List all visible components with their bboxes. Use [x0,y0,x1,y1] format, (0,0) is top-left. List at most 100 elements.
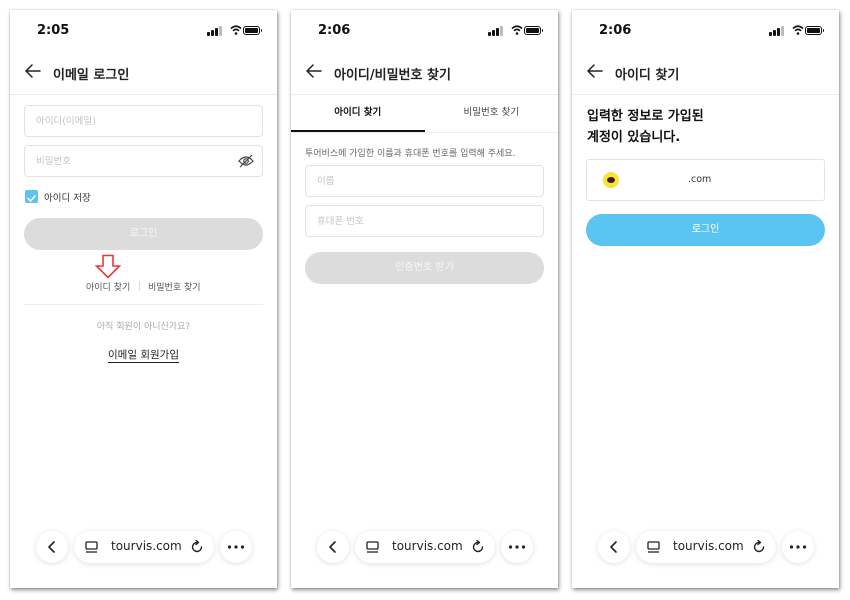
address-bar[interactable]: tourvis.com [74,531,214,563]
battery-icon [524,26,543,35]
login-button[interactable]: 로그인 [24,218,263,250]
back-arrow-icon[interactable] [586,62,604,80]
url-text: tourvis.com [673,539,744,553]
password-input[interactable] [25,146,226,176]
eye-slash-icon[interactable] [238,154,254,168]
browser-toolbar: tourvis.com [572,529,839,567]
save-id-label: 아이디 저장 [44,193,91,204]
tabs-icon [647,541,660,553]
tab-find-password[interactable]: 비밀번호 찾기 [425,94,559,132]
address-bar[interactable]: tourvis.com [355,531,495,563]
tabs-icon [366,541,379,553]
found-account-card: .com [586,159,825,201]
browser-back-button[interactable] [36,531,68,563]
phone-input[interactable] [306,206,507,236]
guide-text: 투어비스에 가입한 이름과 휴대폰 번호를 입력해 주세요. [305,149,516,159]
browser-back-button[interactable] [598,531,630,563]
divider [24,304,263,305]
app-header: 아이디 찾기 [572,50,839,95]
battery-icon [243,26,262,35]
signal-bar [219,26,222,36]
signal-bar [492,30,495,36]
browser-more-button[interactable] [782,531,814,563]
phone-screen-find-account: 2:06 아이디/비밀번호 찾기 아이디 찾기 비밀번호 찾기 투어비스에 가입… [291,10,558,588]
status-icons [769,25,825,37]
status-bar: 2:05 [10,10,277,50]
signal-bar [773,30,776,36]
app-header: 아이디/비밀번호 찾기 [291,50,558,95]
back-arrow-icon[interactable] [24,62,42,80]
tab-bar: 아이디 찾기 비밀번호 찾기 [291,94,558,133]
status-icons [488,25,544,37]
email-field[interactable] [24,105,263,137]
check-icon [27,195,36,202]
find-id-link[interactable]: 아이디 찾기 [86,280,130,293]
reload-icon[interactable] [752,540,766,554]
phone-field[interactable] [305,205,544,237]
page-title: 이메일 로그인 [53,68,130,83]
browser-back-button[interactable] [317,531,349,563]
status-time: 2:06 [599,23,632,38]
browser-toolbar: tourvis.com [291,529,558,567]
signal-bar [211,30,214,36]
link-separator [139,281,140,291]
browser-toolbar: tourvis.com [10,529,277,567]
find-password-link[interactable]: 비밀번호 찾기 [148,280,201,293]
battery-icon [805,26,824,35]
name-field[interactable] [305,165,544,197]
send-verification-button[interactable]: 인증번호 받기 [305,252,544,284]
signal-bar [215,28,218,36]
chevron-left-icon [610,541,617,553]
more-dots-icon [227,545,245,549]
email-signup-link[interactable]: 이메일 회원가입 [108,349,179,363]
url-text: tourvis.com [111,539,182,553]
account-email: .com [688,174,712,185]
signal-bar [781,26,784,36]
app-header: 이메일 로그인 [10,50,277,95]
save-id-checkbox[interactable] [25,190,38,203]
reload-icon[interactable] [190,540,204,554]
wifi-icon [230,25,242,35]
more-dots-icon [789,545,807,549]
wifi-icon [511,25,523,35]
email-input[interactable] [25,106,226,136]
find-links: 아이디 찾기 비밀번호 찾기 [10,280,277,294]
address-bar[interactable]: tourvis.com [636,531,776,563]
status-bar: 2:06 [291,10,558,50]
signal-icon [769,32,772,36]
password-field[interactable] [24,145,263,177]
signal-bar [777,28,780,36]
signal-bar [496,28,499,36]
phone-screen-find-id-result: 2:06 아이디 찾기 입력한 정보로 가입된 계정이 있습니다. .com 로… [572,10,839,588]
reload-icon[interactable] [471,540,485,554]
no-member-text: 아직 회원이 아니신가요? [96,322,191,332]
chevron-left-icon [329,541,336,553]
signup-row: 이메일 회원가입 [10,343,277,363]
phone-screen-email-login: 2:05 이메일 로그인 아이디(이메일) 아이디 저장 로그인 아이디 찾기 … [10,10,277,588]
tab-find-id[interactable]: 아이디 찾기 [291,94,425,132]
signal-icon [207,32,210,36]
chevron-left-icon [48,541,55,553]
result-line-1: 입력한 정보로 가입된 [587,109,704,124]
status-time: 2:05 [37,23,70,38]
signal-bar [500,26,503,36]
result-message: 입력한 정보로 가입된 계정이 있습니다. [587,106,704,148]
page-title: 아이디 찾기 [615,68,680,83]
name-input[interactable] [306,166,507,196]
login-button[interactable]: 로그인 [586,214,825,246]
signal-icon [488,32,491,36]
browser-more-button[interactable] [220,531,252,563]
down-arrow-annotation-icon [95,254,121,279]
browser-more-button[interactable] [501,531,533,563]
wifi-icon [792,25,804,35]
status-time: 2:06 [318,23,351,38]
more-dots-icon [508,545,526,549]
page-title: 아이디/비밀번호 찾기 [334,68,451,83]
url-text: tourvis.com [392,539,463,553]
kakao-talk-icon [603,172,619,188]
tabs-icon [85,541,98,553]
status-bar: 2:06 [572,10,839,50]
result-line-2: 계정이 있습니다. [587,130,681,145]
back-arrow-icon[interactable] [305,62,323,80]
status-icons [207,25,263,37]
